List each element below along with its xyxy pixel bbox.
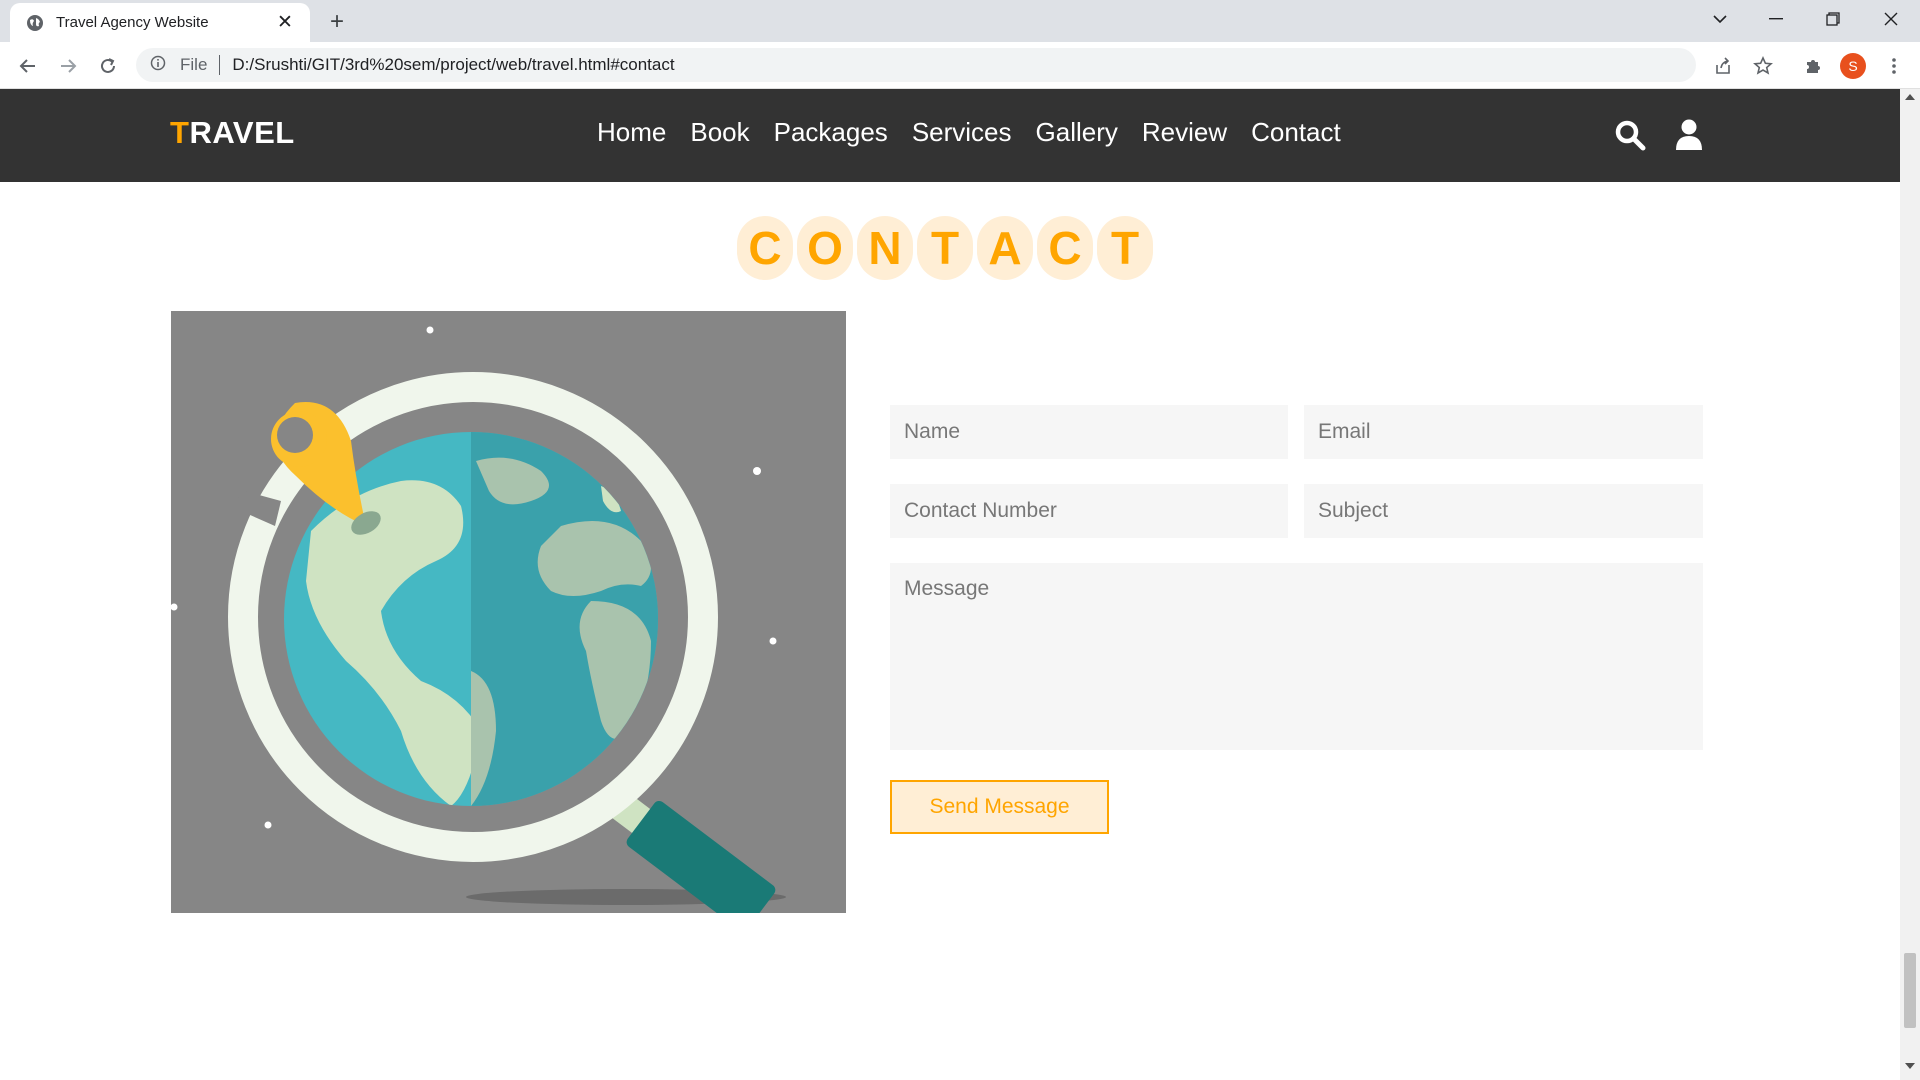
- address-divider: [219, 55, 221, 75]
- tab-title: Travel Agency Website: [56, 14, 209, 31]
- globe-icon: [26, 14, 44, 32]
- search-icon[interactable]: [1612, 117, 1648, 153]
- nav-contact[interactable]: Contact: [1251, 117, 1341, 148]
- site-logo[interactable]: TRAVEL: [170, 115, 295, 151]
- browser-tab[interactable]: Travel Agency Website ✕: [10, 3, 310, 42]
- nav-gallery[interactable]: Gallery: [1036, 117, 1118, 148]
- contact-number-input[interactable]: [890, 484, 1288, 538]
- subject-input[interactable]: [1304, 484, 1703, 538]
- restore-icon[interactable]: [1808, 0, 1858, 38]
- contact-heading: C O N T A C T: [737, 216, 1153, 280]
- logo-accent-letter: T: [170, 115, 190, 150]
- page-viewport: TRAVEL Home Book Packages Services Galle…: [0, 89, 1900, 1080]
- scroll-down-icon[interactable]: [1905, 1063, 1915, 1069]
- scrollbar-thumb[interactable]: [1904, 953, 1916, 1028]
- close-tab-icon[interactable]: ✕: [274, 12, 296, 34]
- site-header: TRAVEL Home Book Packages Services Galle…: [0, 89, 1900, 182]
- nav-review[interactable]: Review: [1142, 117, 1227, 148]
- heading-letter: C: [1037, 216, 1093, 280]
- extensions-icon[interactable]: [1795, 48, 1831, 84]
- minimize-icon[interactable]: [1751, 0, 1801, 38]
- logo-text: RAVEL: [189, 115, 295, 150]
- name-input[interactable]: [890, 405, 1288, 459]
- back-icon[interactable]: [10, 48, 46, 84]
- heading-letter: T: [1097, 216, 1153, 280]
- heading-letter: N: [857, 216, 913, 280]
- forward-icon[interactable]: [50, 48, 86, 84]
- main-nav: Home Book Packages Services Gallery Revi…: [597, 117, 1341, 148]
- user-icon[interactable]: [1671, 117, 1707, 153]
- reload-icon[interactable]: [90, 48, 126, 84]
- scroll-up-icon[interactable]: [1905, 94, 1915, 100]
- send-message-button[interactable]: Send Message: [890, 780, 1109, 834]
- address-bar[interactable]: File D:/Srushti/GIT/3rd%20sem/project/we…: [136, 48, 1696, 82]
- page-scrollbar[interactable]: [1900, 89, 1920, 1080]
- new-tab-button[interactable]: +: [322, 8, 352, 36]
- heading-letter: O: [797, 216, 853, 280]
- nav-book[interactable]: Book: [690, 117, 749, 148]
- share-icon[interactable]: [1705, 48, 1741, 84]
- message-textarea[interactable]: [890, 563, 1703, 750]
- profile-avatar[interactable]: S: [1840, 53, 1866, 79]
- tab-search-icon[interactable]: [1695, 0, 1745, 38]
- file-label: File: [180, 55, 208, 74]
- heading-letter: T: [917, 216, 973, 280]
- nav-home[interactable]: Home: [597, 117, 666, 148]
- browser-menu-icon[interactable]: [1876, 48, 1912, 84]
- nav-packages[interactable]: Packages: [774, 117, 888, 148]
- url-text[interactable]: D:/Srushti/GIT/3rd%20sem/project/web/tra…: [232, 55, 674, 75]
- info-icon[interactable]: [150, 55, 166, 76]
- globe-magnifier-illustration: [171, 311, 846, 913]
- heading-letter: A: [977, 216, 1033, 280]
- browser-toolbar: File D:/Srushti/GIT/3rd%20sem/project/we…: [0, 42, 1920, 89]
- close-window-icon[interactable]: [1866, 0, 1916, 38]
- nav-services[interactable]: Services: [912, 117, 1012, 148]
- heading-letter: C: [737, 216, 793, 280]
- email-input[interactable]: [1304, 405, 1703, 459]
- bookmark-star-icon[interactable]: [1745, 48, 1781, 84]
- browser-tab-strip: Travel Agency Website ✕ +: [0, 0, 1920, 42]
